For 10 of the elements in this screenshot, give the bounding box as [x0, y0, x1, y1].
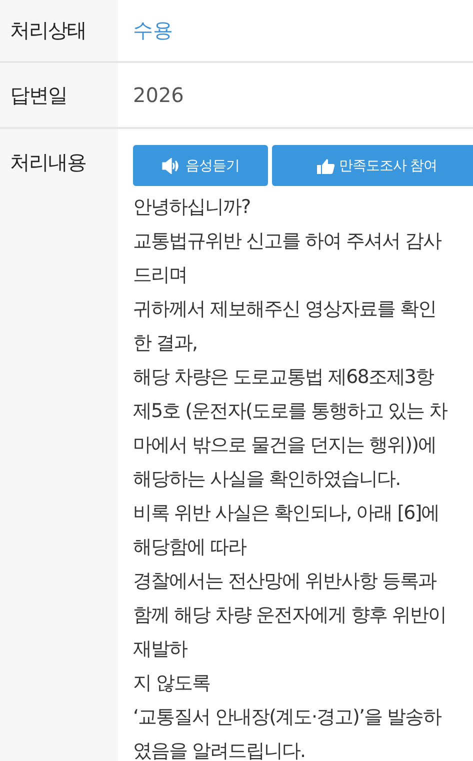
date-value: 2026 — [133, 83, 185, 107]
listen-button[interactable]: 음성듣기 — [133, 145, 268, 186]
speaker-icon — [162, 158, 182, 174]
thumbs-up-icon — [316, 158, 335, 174]
reply-text: 안녕하십니까? 교통법규위반 신고를 하여 주셔서 감사 드리며 귀하께서 제보해주신 영상자료를 확인 한 결과, 해당 차량은 도로교통법 제68조제3항 제5호 (운전자(도로를 통행하고 있는 차 마에서 밖으로 물건을 던지는 행위))에 해당하는 사실을 확인하였습니다. 비록 위반 사실은 확인되나, 아래 [6]에 해당함에 따라 경찰에서는 전산망에 위반사항 등록과 함께 해당 차량 운전자에게 향후 위반이 재발하 지 않도록 ‘교통질서 안내장(계도·경고)’을 발송하 였음을 알려드립니다. — [133, 195, 448, 761]
status-value: 수용 — [133, 17, 174, 44]
field-label: 처리상태 — [0, 0, 118, 61]
survey-button[interactable]: 만족도조사 참여 — [272, 145, 473, 186]
field-label: 답변일 — [0, 63, 118, 127]
field-label: 처리내용 — [0, 129, 118, 761]
